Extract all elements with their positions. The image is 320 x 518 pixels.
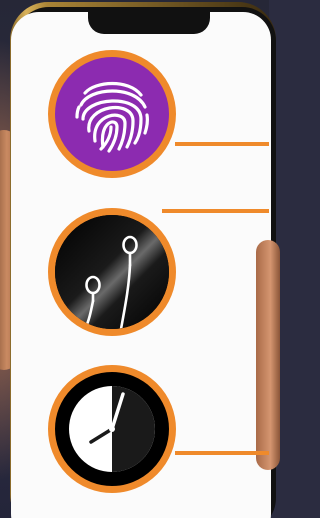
fingerprint-badge — [48, 50, 176, 178]
right-hand — [256, 240, 280, 470]
connector-line-earphones — [162, 209, 269, 213]
clock-badge — [48, 365, 176, 493]
earphones-icon — [55, 215, 169, 329]
clock-icon — [69, 386, 155, 472]
connector-line-clock — [175, 451, 269, 455]
connector-line-fingerprint — [175, 142, 269, 146]
fingerprint-icon — [75, 82, 149, 153]
earphones-badge — [48, 208, 176, 336]
phone-notch — [88, 12, 210, 34]
